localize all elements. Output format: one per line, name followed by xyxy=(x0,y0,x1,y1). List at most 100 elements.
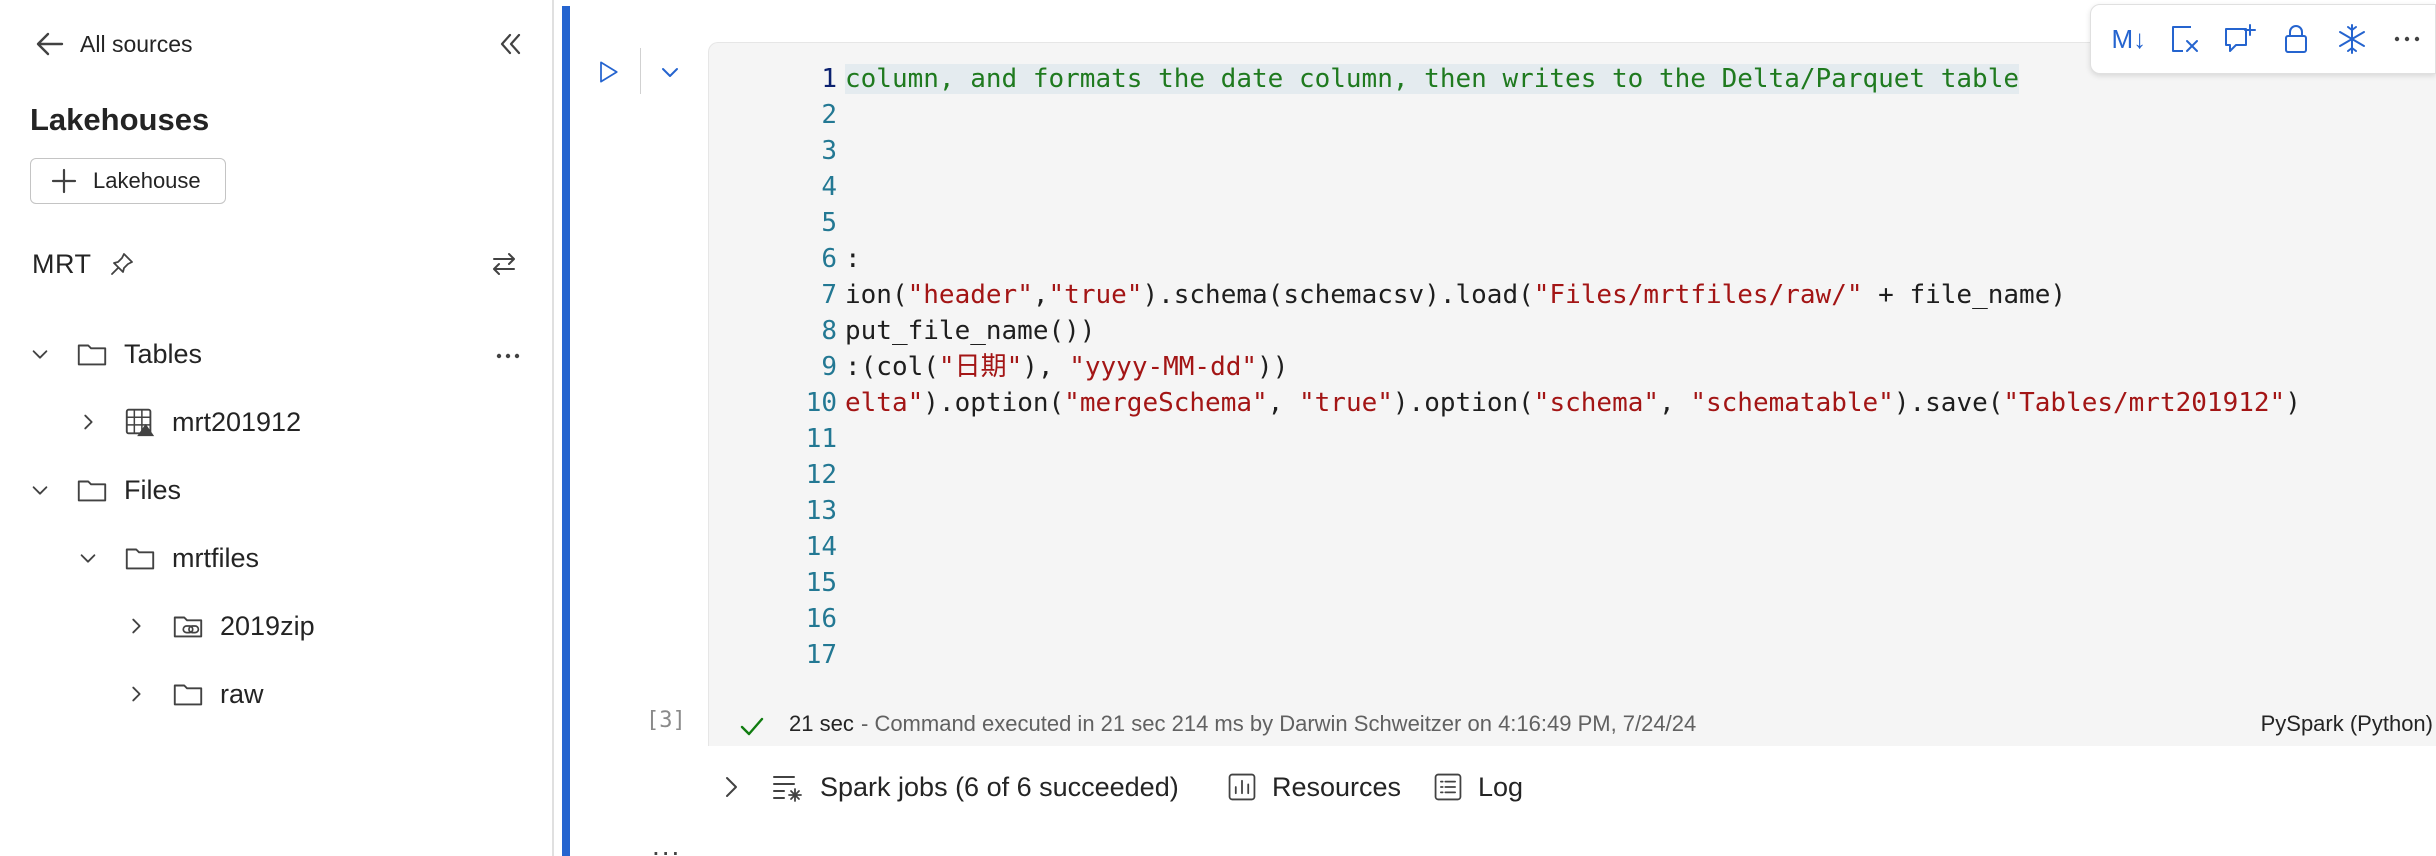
resources-label: Resources xyxy=(1272,771,1402,802)
all-sources-back-link[interactable]: All sources xyxy=(32,24,192,64)
convert-to-markdown-button[interactable]: M↓ xyxy=(2101,11,2157,67)
clear-output-button[interactable] xyxy=(2157,11,2213,67)
snowflake-icon xyxy=(2338,24,2365,54)
execution-duration: 21 sec xyxy=(789,711,854,736)
chevron-right-icon[interactable] xyxy=(124,614,148,638)
spark-jobs-label: Spark jobs (6 of 6 succeeded) xyxy=(820,771,1179,802)
code-token: :(col( xyxy=(845,352,939,382)
resources-button[interactable]: Resources xyxy=(1226,766,1401,808)
line-number: 17 xyxy=(805,640,837,670)
line-number: 13 xyxy=(805,496,837,526)
cell-toolbar: M↓ xyxy=(2090,4,2436,74)
lock-cell-button[interactable] xyxy=(2268,11,2324,67)
active-cell-indicator xyxy=(562,6,570,856)
code-token: , xyxy=(1032,280,1049,310)
run-separator xyxy=(640,48,641,94)
log-icon xyxy=(1434,773,1462,801)
line-number-gutter: 1 2 3 4 5 6 7 8 9 10 11 12 13 14 15 16 1… xyxy=(709,61,839,673)
line-number: 12 xyxy=(805,460,837,490)
folder-icon xyxy=(74,472,110,508)
lakehouse-header: MRT xyxy=(32,244,136,284)
line-number: 6 xyxy=(821,244,837,274)
more-horizontal-icon xyxy=(496,353,520,359)
cell-status-bar: 21 sec - Command executed in 21 sec 214 … xyxy=(709,703,2436,747)
code-token: , xyxy=(1659,388,1691,418)
code-line-9: :(col("日期"), "yyyy-MM-dd")) xyxy=(845,349,2436,385)
code-token: : xyxy=(845,244,861,274)
tables-more-options-button[interactable] xyxy=(488,336,528,376)
tree-item-files[interactable]: Files xyxy=(28,464,181,516)
chevron-down-icon[interactable] xyxy=(76,546,100,570)
code-lines[interactable]: column, and formats the date column, the… xyxy=(845,61,2436,673)
table-warning-icon xyxy=(122,404,158,440)
pin-icon[interactable] xyxy=(108,250,136,278)
all-sources-label: All sources xyxy=(80,30,193,57)
code-line-6: : xyxy=(845,241,2436,277)
sidebar: All sources Lakehouses Lakehouse MRT Tab… xyxy=(0,0,552,856)
code-comment: column, and formats the date column, the… xyxy=(845,64,2019,94)
comment-add-icon xyxy=(2225,24,2257,52)
code-token: put_file_name()) xyxy=(845,316,1096,346)
run-options-dropdown[interactable] xyxy=(652,52,688,92)
tree-item-label: 2019zip xyxy=(220,610,315,641)
tree-item-folder-2019zip[interactable]: 2019zip xyxy=(124,600,315,652)
sidebar-resize-handle[interactable] xyxy=(552,0,554,856)
freeze-cell-button[interactable] xyxy=(2324,11,2380,67)
line-number: 7 xyxy=(821,280,837,310)
line-number: 16 xyxy=(805,604,837,634)
tree-item-label: raw xyxy=(220,678,264,709)
tree-item-label: Tables xyxy=(124,338,203,369)
chevron-right-icon[interactable] xyxy=(124,682,148,706)
add-lakehouse-button[interactable]: Lakehouse xyxy=(30,158,226,204)
add-comment-button[interactable] xyxy=(2212,11,2268,67)
folder-icon xyxy=(74,336,110,372)
line-number: 2 xyxy=(821,100,837,130)
code-string: "mergeSchema" xyxy=(1064,388,1268,418)
tree-item-folder-mrtfiles[interactable]: mrtfiles xyxy=(76,532,259,584)
folder-icon xyxy=(122,540,158,576)
code-token: + file_name) xyxy=(1862,280,2067,310)
checkmark-icon xyxy=(740,717,764,736)
collapse-sidebar-button[interactable] xyxy=(490,24,530,64)
cell-language[interactable]: PySpark (Python) xyxy=(2261,711,2433,737)
chevron-down-icon[interactable] xyxy=(28,342,52,366)
double-chevron-left-icon xyxy=(500,33,521,55)
code-line-8: put_file_name()) xyxy=(845,313,2436,349)
run-cell-button[interactable] xyxy=(592,52,624,92)
lock-icon xyxy=(2284,25,2307,53)
line-number: 8 xyxy=(821,316,837,346)
log-button[interactable]: Log xyxy=(1432,766,1523,808)
clear-output-icon xyxy=(2171,26,2198,52)
chevron-right-icon[interactable] xyxy=(76,410,100,434)
tree-item-label: Files xyxy=(124,474,182,505)
plus-icon xyxy=(51,168,77,194)
line-number: 9 xyxy=(821,352,837,382)
arrow-left-icon xyxy=(36,32,64,56)
line-number: 11 xyxy=(805,424,837,454)
code-string: "header" xyxy=(907,280,1033,310)
more-cell-actions-button[interactable] xyxy=(2379,11,2435,67)
spark-jobs-button[interactable]: Spark jobs (6 of 6 succeeded) xyxy=(770,766,1179,808)
folder-icon xyxy=(170,676,206,712)
chevron-down-icon[interactable] xyxy=(28,478,52,502)
switch-lakehouse-button[interactable] xyxy=(484,244,524,284)
code-string: "Tables/mrt201912" xyxy=(2003,388,2286,418)
code-string: "true" xyxy=(1298,388,1393,418)
more-output-indicator[interactable]: ... xyxy=(652,830,681,856)
folder-link-icon xyxy=(170,608,206,644)
tree-item-table-mrt201912[interactable]: mrt201912 xyxy=(76,396,301,448)
code-editor[interactable]: 1 2 3 4 5 6 7 8 9 10 11 12 13 14 15 16 1… xyxy=(708,42,2436,746)
tree-item-tables[interactable]: Tables xyxy=(28,328,202,380)
lakehouse-name: MRT xyxy=(32,248,92,279)
tree-item-label: mrtfiles xyxy=(172,542,259,573)
tree-item-folder-raw[interactable]: raw xyxy=(124,668,264,720)
expand-output-button[interactable] xyxy=(716,772,746,802)
code-string: "true" xyxy=(1048,280,1143,310)
